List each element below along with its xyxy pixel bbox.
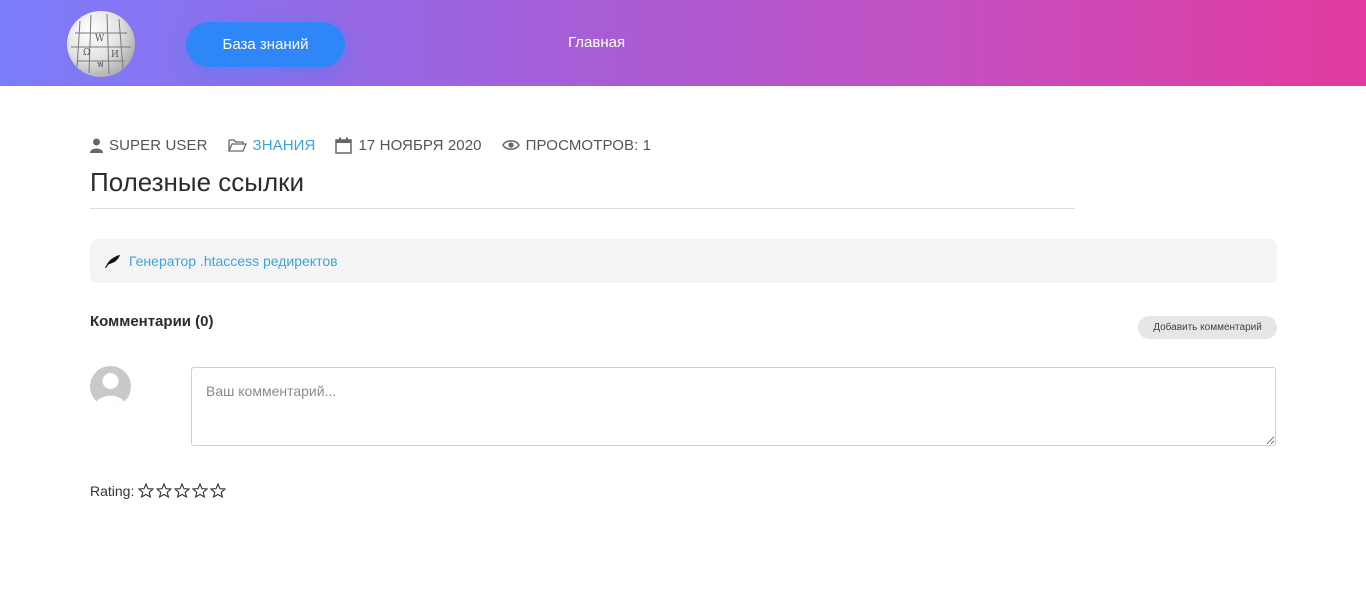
author-name: SUPER USER bbox=[109, 136, 208, 154]
site-header: W Ω И ฟ База знаний Главная bbox=[0, 0, 1366, 86]
svg-text:W: W bbox=[95, 34, 105, 44]
wikipedia-globe-icon[interactable]: W Ω И ฟ bbox=[67, 11, 135, 77]
avatar bbox=[90, 366, 131, 407]
meta-author: SUPER USER bbox=[90, 137, 208, 154]
feather-icon bbox=[105, 254, 120, 268]
rating-label: Rating: bbox=[90, 483, 135, 499]
links-list: Генератор .htaccess редиректов bbox=[90, 239, 1277, 283]
nav-home-link[interactable]: Главная bbox=[568, 34, 625, 51]
star-icon[interactable] bbox=[155, 482, 174, 499]
star-icon[interactable] bbox=[137, 482, 156, 499]
svg-text:И: И bbox=[111, 50, 119, 60]
folder-open-icon bbox=[227, 139, 247, 152]
add-comment-button[interactable]: Добавить комментарий bbox=[1138, 316, 1277, 339]
nav-knowledge-base-button[interactable]: База знаний bbox=[186, 22, 345, 67]
comments-heading: Комментарии (0) bbox=[90, 313, 214, 330]
rating: Rating: bbox=[90, 482, 228, 499]
meta-views: ПРОСМОТРОВ: 1 bbox=[501, 136, 652, 154]
star-icon[interactable] bbox=[191, 482, 210, 499]
star-icon[interactable] bbox=[173, 482, 192, 499]
title-divider bbox=[90, 208, 1075, 209]
date-text: 17 НОЯБРЯ 2020 bbox=[358, 136, 482, 154]
eye-icon bbox=[501, 140, 520, 150]
category-link[interactable]: ЗНАНИЯ bbox=[253, 137, 316, 154]
page-title: Полезные ссылки bbox=[90, 167, 305, 197]
star-icon[interactable] bbox=[209, 482, 228, 499]
comment-textarea[interactable] bbox=[191, 367, 1276, 446]
svg-text:Ω: Ω bbox=[83, 48, 90, 58]
article-meta: SUPER USER ЗНАНИЯ 17 НОЯБРЯ 2020 ПРОСМОТ… bbox=[90, 135, 671, 155]
htaccess-generator-link[interactable]: Генератор .htaccess редиректов bbox=[129, 253, 338, 269]
user-icon bbox=[90, 138, 103, 153]
views-text: ПРОСМОТРОВ: 1 bbox=[525, 136, 652, 154]
svg-text:ฟ: ฟ bbox=[97, 60, 103, 70]
meta-category: ЗНАНИЯ bbox=[227, 137, 316, 154]
calendar-icon bbox=[335, 137, 353, 154]
default-user-icon bbox=[95, 373, 126, 407]
rating-stars bbox=[137, 482, 228, 499]
meta-date: 17 НОЯБРЯ 2020 bbox=[335, 136, 482, 154]
